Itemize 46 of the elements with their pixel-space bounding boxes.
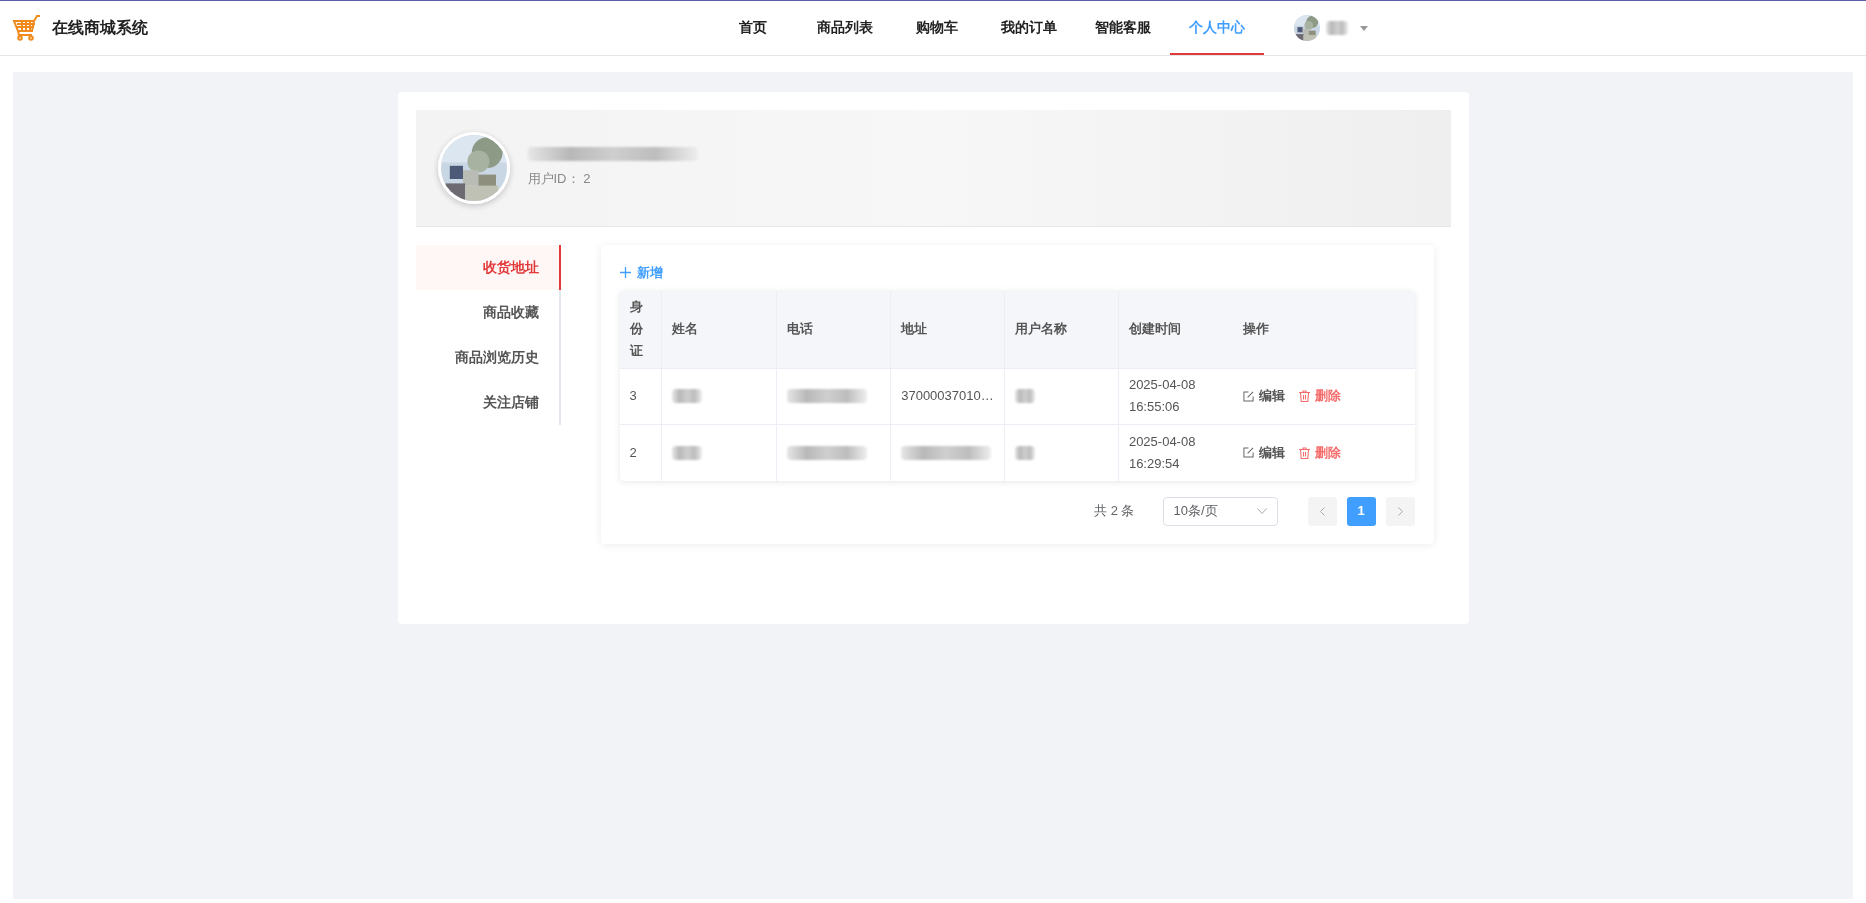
blurred-text: [1015, 445, 1036, 460]
column-header: 地址: [901, 320, 928, 338]
edit-button[interactable]: 编辑: [1242, 386, 1285, 406]
blurred-text: [672, 445, 703, 460]
time-text: 16:55:06: [1128, 398, 1181, 416]
edit-icon: [1242, 390, 1254, 402]
edit-icon: [1242, 447, 1254, 458]
total-count: 共 2 条: [1094, 502, 1135, 521]
user-id: 用户ID： 2: [527, 170, 592, 189]
edit-button[interactable]: 编辑: [1242, 442, 1285, 463]
page-size-select[interactable]: 10条/页: [1162, 496, 1278, 526]
column-header: 创建时间: [1128, 320, 1181, 338]
sidebar-item[interactable]: 收货地址: [415, 245, 561, 290]
table-cell-text: 37000037010…: [901, 387, 994, 406]
nav-link[interactable]: 首页: [708, 1, 798, 55]
column-header: 用户名称: [1015, 320, 1068, 338]
date-text: 2025-04-08: [1128, 376, 1196, 394]
trash-icon: [1298, 390, 1310, 402]
blurred-text: [672, 389, 703, 403]
column-header: 身份证: [629, 298, 644, 360]
time-text: 16:29:54: [1128, 454, 1181, 473]
nav-link[interactable]: 商品列表: [798, 1, 892, 55]
user-name: [1326, 21, 1348, 35]
caret-icon[interactable]: [1360, 25, 1368, 31]
nav-link[interactable]: 我的订单: [982, 1, 1076, 55]
table-cell-text: 2: [629, 443, 637, 462]
column-header: 操作: [1242, 320, 1269, 338]
plus-icon: [619, 267, 631, 279]
column-header: 姓名: [672, 320, 699, 338]
table-cell-text: 3: [629, 387, 637, 406]
prev-page-button[interactable]: [1307, 496, 1337, 526]
chevron-right-icon: [1397, 506, 1403, 516]
nav-link[interactable]: 智能客服: [1076, 1, 1170, 55]
site-title: 在线商城系统: [52, 18, 148, 38]
chevron-left-icon: [1319, 506, 1325, 516]
blurred-text: [1015, 389, 1036, 403]
chevron-down-icon: [1256, 508, 1267, 514]
column-header: 电话: [787, 320, 814, 338]
next-page-button[interactable]: [1385, 496, 1415, 526]
sidebar-item[interactable]: 关注店铺: [415, 380, 561, 425]
sidebar-item[interactable]: 商品浏览历史: [415, 335, 561, 380]
date-text: 2025-04-08: [1128, 432, 1196, 451]
sidebar-item[interactable]: 商品收藏: [415, 290, 561, 335]
trash-icon: [1298, 446, 1310, 459]
nav-link[interactable]: 购物车: [892, 1, 982, 55]
shopping-cart-icon: [12, 13, 42, 43]
